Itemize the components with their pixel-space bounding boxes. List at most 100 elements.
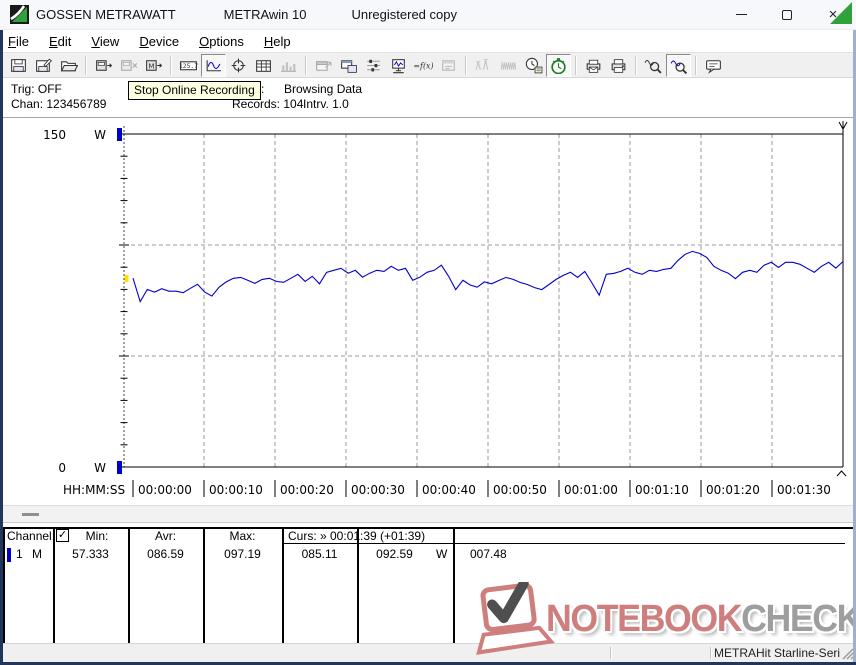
toolbar-separator xyxy=(85,56,87,75)
recording-status-panel: Trig: OFF Chan: 123456789 Status: Browsi… xyxy=(3,78,853,118)
channel-mode: M xyxy=(32,547,42,561)
svg-text:=f(x): =f(x) xyxy=(414,61,433,70)
notebookcheck-laptop-icon xyxy=(470,582,556,656)
save-window-icon[interactable] xyxy=(336,54,361,77)
svg-text:W: W xyxy=(94,128,106,142)
title-bar: GOSSEN METRAWATT METRAwin 10 Unregistere… xyxy=(0,0,856,30)
table-column-separator xyxy=(53,527,55,643)
svg-text:HH:MM:SS: HH:MM:SS xyxy=(63,483,125,497)
table-column-separator xyxy=(128,527,130,643)
table-column-separator xyxy=(357,527,359,643)
svg-text:M: M xyxy=(148,61,154,70)
tooltip-bubble-icon[interactable] xyxy=(701,54,726,77)
toolbar-separator xyxy=(170,56,172,75)
chart-scrollbar[interactable] xyxy=(3,505,853,523)
svg-text:00:00:50: 00:00:50 xyxy=(493,483,547,497)
svg-text:00:01:20: 00:01:20 xyxy=(706,483,760,497)
min-value: 57.333 xyxy=(53,547,128,561)
svg-text:00:01:00: 00:01:00 xyxy=(564,483,618,497)
cursor-header-underline xyxy=(282,543,845,544)
power-line-chart[interactable]: 150 W 0 W 00:00:00 00:00:10 00:00:20 00:00:30 00… xyxy=(0,118,852,505)
maximize-icon xyxy=(782,10,792,20)
toolbar-separator xyxy=(305,56,307,75)
app-title: GOSSEN METRAWATT xyxy=(36,7,176,22)
gossen-metrawatt-logo-icon xyxy=(10,5,29,24)
print-preview-icon[interactable] xyxy=(581,54,606,77)
channel-color-bar xyxy=(7,548,11,562)
minimize-button[interactable] xyxy=(718,0,764,29)
menu-device[interactable]: Device xyxy=(129,32,189,51)
bar-graph-icon[interactable] xyxy=(276,54,301,77)
svg-text:00:00:20: 00:00:20 xyxy=(280,483,334,497)
menu-edit[interactable]: Edit xyxy=(39,32,81,51)
device-memory-icon[interactable]: M xyxy=(141,54,166,77)
export-window-icon[interactable] xyxy=(311,54,336,77)
channel-status: Chan: 123456789 xyxy=(11,97,106,111)
avr-column-header: Avr: xyxy=(128,529,203,543)
menu-file[interactable]: File xyxy=(0,32,39,51)
svg-text:00:00:40: 00:00:40 xyxy=(422,483,476,497)
svg-text:00:00:00: 00:00:00 xyxy=(138,483,192,497)
device-disconnect-icon[interactable] xyxy=(116,54,141,77)
minimize-icon xyxy=(736,14,747,15)
max-column-header: Max: xyxy=(203,529,282,543)
save-as-icon[interactable] xyxy=(31,54,56,77)
svg-text:125.7: 125.7 xyxy=(179,63,198,70)
toolbar-separator xyxy=(575,56,577,75)
save-icon[interactable] xyxy=(6,54,31,77)
tooltip-stop-online-recording: Stop Online Recording xyxy=(128,81,261,100)
scrollbar-thumb[interactable] xyxy=(22,513,39,516)
zoom-drag-icon[interactable] xyxy=(641,54,666,77)
channel-number: 1 xyxy=(16,547,23,561)
time-clock-icon[interactable] xyxy=(521,54,546,77)
svg-text:00:01:30: 00:01:30 xyxy=(777,483,831,497)
notebookcheck-watermark: NOTEBOOKCHECK xyxy=(470,582,856,656)
maximize-button[interactable] xyxy=(764,0,810,29)
spikes-filter-icon[interactable] xyxy=(471,54,496,77)
brand-triangle-icon xyxy=(830,2,852,24)
svg-text:0: 0 xyxy=(58,461,66,475)
monitor-view-icon[interactable] xyxy=(386,54,411,77)
spikes-dense-icon[interactable] xyxy=(496,54,521,77)
cursor-delta-value: 007.48 xyxy=(470,547,507,561)
data-table-icon[interactable] xyxy=(251,54,276,77)
toolbar: M 125.7 =f(x) xyxy=(0,52,856,78)
product-title: METRAwin 10 xyxy=(224,7,307,22)
watermark-text-secondary: CHECK xyxy=(741,598,856,640)
menu-options[interactable]: Options xyxy=(189,32,254,51)
svg-text:00:00:30: 00:00:30 xyxy=(351,483,405,497)
menu-help[interactable]: Help xyxy=(254,32,301,51)
open-folder-icon[interactable] xyxy=(56,54,81,77)
table-column-separator xyxy=(3,527,5,643)
toolbar-separator xyxy=(465,56,467,75)
window-misc-icon[interactable] xyxy=(436,54,461,77)
waveform-chart-icon[interactable] xyxy=(201,54,226,77)
menu-bar: FileEditViewDeviceOptionsHelp xyxy=(0,30,856,52)
license-status: Unregistered copy xyxy=(351,7,457,22)
stopwatch-icon[interactable] xyxy=(546,54,571,77)
svg-text:00:01:10: 00:01:10 xyxy=(635,483,689,497)
crosshair-cursor-icon[interactable] xyxy=(226,54,251,77)
formula-icon[interactable]: =f(x) xyxy=(411,54,436,77)
notebookcheck-wordmark: NOTEBOOKCHECK xyxy=(546,598,856,641)
svg-text:150: 150 xyxy=(43,128,66,142)
zoom-select-icon[interactable] xyxy=(666,54,691,77)
menu-view[interactable]: View xyxy=(81,32,129,51)
toolbar-separator xyxy=(635,56,637,75)
table-column-separator xyxy=(203,527,205,643)
svg-text:W: W xyxy=(94,461,106,475)
channel-list-icon[interactable] xyxy=(361,54,386,77)
max-value: 097.19 xyxy=(203,547,282,561)
toolbar-separator xyxy=(695,56,697,75)
printer-icon[interactable] xyxy=(606,54,631,77)
chart-panel[interactable]: 150 W 0 W 00:00:00 00:00:10 00:00:20 00:00:30 00… xyxy=(0,118,856,505)
trigger-status: Trig: OFF xyxy=(11,82,62,96)
device-read-icon[interactable] xyxy=(91,54,116,77)
numeric-display-icon[interactable]: 125.7 xyxy=(176,54,201,77)
table-column-separator xyxy=(453,527,455,643)
interval-value: Intrv. 1.0 xyxy=(303,97,349,111)
svg-text:00:00:10: 00:00:10 xyxy=(209,483,263,497)
min-column-header: Min: xyxy=(66,529,128,543)
channel-column-header: Channel: xyxy=(7,529,55,543)
status-value: Browsing Data xyxy=(284,82,362,96)
